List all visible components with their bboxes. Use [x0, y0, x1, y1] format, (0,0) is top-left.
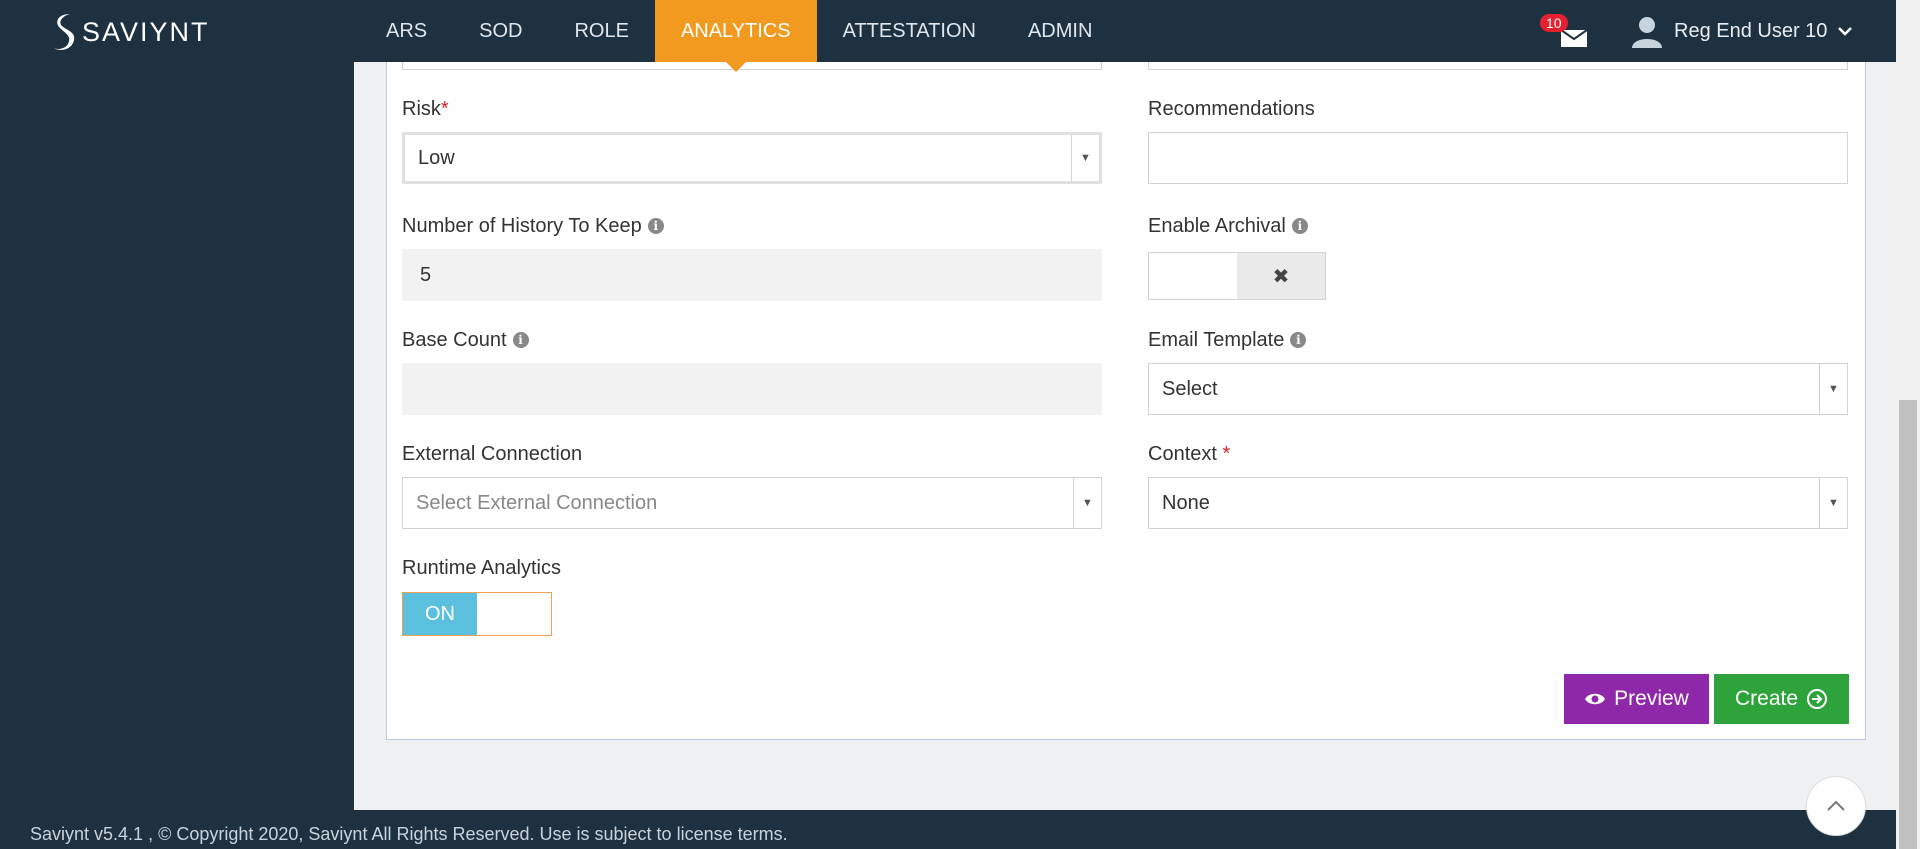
- info-icon[interactable]: i: [647, 218, 664, 234]
- history-label: Number of History To Keep i: [402, 215, 664, 238]
- caret-down-icon: ▼: [1073, 478, 1101, 528]
- nav-role[interactable]: ROLE: [548, 0, 654, 62]
- email-template-label: Email Template i: [1148, 329, 1307, 352]
- caret-down-icon: ▼: [1819, 478, 1847, 528]
- close-icon: ✖: [1237, 253, 1325, 299]
- email-template-select[interactable]: Select ▼: [1148, 363, 1848, 415]
- user-menu[interactable]: Reg End User 10: [1630, 14, 1853, 48]
- nav-ars[interactable]: ARS: [360, 0, 453, 62]
- preview-button[interactable]: Preview: [1564, 674, 1709, 724]
- base-count-label: Base Count i: [402, 329, 529, 352]
- nav-analytics[interactable]: ANALYTICS: [654, 0, 817, 72]
- external-connection-label: External Connection: [402, 443, 583, 465]
- brand-name: SAVIYNT: [82, 16, 210, 47]
- risk-select[interactable]: Low ▼: [402, 132, 1102, 184]
- risk-value: Low: [418, 146, 455, 169]
- context-label: Context *: [1148, 443, 1231, 465]
- brand-logo[interactable]: SAVIYNT: [50, 12, 210, 52]
- create-label: Create: [1734, 687, 1799, 710]
- base-count-field[interactable]: [402, 363, 1102, 415]
- preview-label: Preview: [1614, 687, 1689, 710]
- main-nav: ARS SOD ROLE ANALYTICS ATTESTATION ADMIN: [360, 0, 1118, 72]
- recommendations-input[interactable]: [1148, 132, 1848, 184]
- runtime-label: Runtime Analytics: [402, 557, 561, 579]
- create-button[interactable]: Create: [1714, 674, 1849, 724]
- info-icon[interactable]: i: [1290, 332, 1307, 348]
- external-connection-placeholder: Select External Connection: [416, 491, 658, 514]
- chevron-down-icon: [1838, 27, 1853, 36]
- context-value: None: [1162, 491, 1210, 514]
- eye-icon: [1585, 693, 1606, 705]
- nav-sod[interactable]: SOD: [453, 0, 548, 62]
- context-select[interactable]: None ▼: [1148, 477, 1848, 529]
- notifications-button[interactable]: 10: [1540, 14, 1592, 50]
- nav-attestation[interactable]: ATTESTATION: [817, 0, 1002, 62]
- recommendations-label: Recommendations: [1148, 98, 1315, 120]
- user-avatar-icon: [1632, 17, 1662, 48]
- arrow-circle-right-icon: [1807, 689, 1828, 709]
- runtime-toggle[interactable]: ON: [402, 592, 552, 636]
- history-field[interactable]: 5: [402, 249, 1102, 301]
- saviynt-logo-icon: [54, 14, 75, 50]
- user-name: Reg End User 10: [1674, 19, 1828, 42]
- caret-down-icon: ▼: [1071, 135, 1099, 181]
- external-connection-select[interactable]: Select External Connection ▼: [402, 477, 1102, 529]
- risk-label: Risk*: [402, 98, 449, 120]
- email-template-value: Select: [1162, 377, 1218, 400]
- top-navbar: SAVIYNT ARS SOD ROLE ANALYTICS ATTESTATI…: [0, 0, 1896, 72]
- archival-label: Enable Archival i: [1148, 215, 1308, 238]
- nav-admin[interactable]: ADMIN: [1002, 0, 1118, 62]
- runtime-on-label: ON: [403, 593, 477, 635]
- scroll-top-button[interactable]: [1806, 776, 1866, 836]
- footer: Saviynt v5.4.1 , © Copyright 2020, Saviy…: [0, 810, 1896, 849]
- notification-badge: 10: [1540, 14, 1568, 32]
- info-icon[interactable]: i: [512, 332, 529, 348]
- info-icon[interactable]: i: [1291, 218, 1308, 234]
- footer-text: Saviynt v5.4.1 , © Copyright 2020, Saviy…: [30, 824, 788, 844]
- scrollbar-thumb[interactable]: [1899, 400, 1917, 849]
- archival-toggle[interactable]: ✖: [1148, 252, 1326, 300]
- caret-down-icon: ▼: [1819, 364, 1847, 414]
- chevron-up-icon: [1827, 800, 1845, 811]
